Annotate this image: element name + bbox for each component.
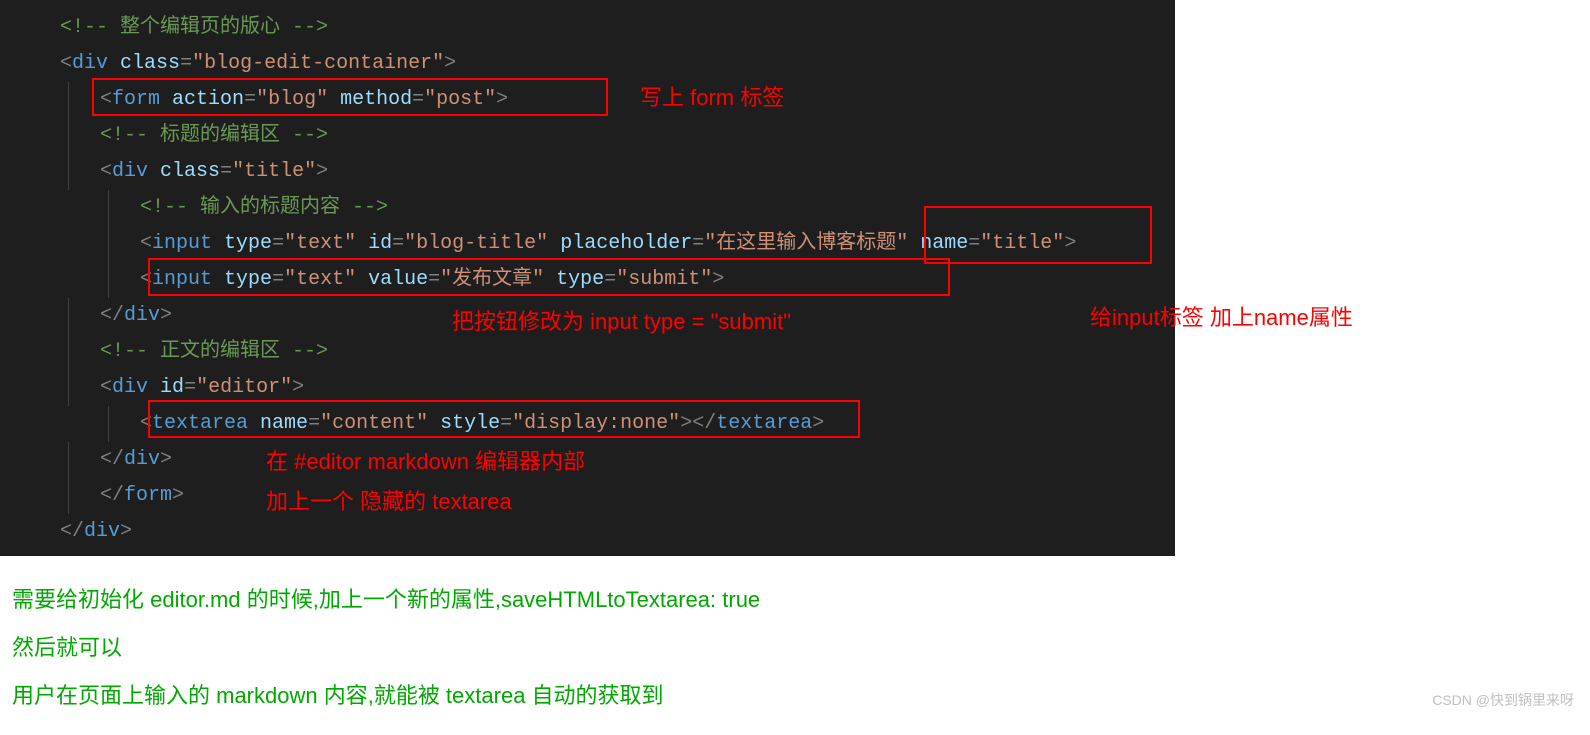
code-line: </div> — [20, 514, 1175, 550]
code-line: <input type="text" value="发布文章" type="su… — [20, 262, 1175, 298]
code-line: <div class="title"> — [20, 154, 1175, 190]
annotation-label: 给input标签 加上name属性 — [1090, 300, 1353, 332]
annotation-label: 在 #editor markdown 编辑器内部 — [266, 444, 585, 480]
annotation-label: 写上 form 标签 — [640, 80, 784, 116]
annotation-label: 把按钮修改为 input type = "submit" — [452, 304, 791, 340]
code-line: <!-- 输入的标题内容 --> — [20, 190, 1175, 226]
code-line: </div> — [20, 442, 1175, 478]
note-line: 然后就可以 — [12, 624, 1578, 672]
code-line: <!-- 标题的编辑区 --> — [20, 118, 1175, 154]
code-line: <div id="editor"> — [20, 370, 1175, 406]
explanation-notes: 需要给初始化 editor.md 的时候,加上一个新的属性,saveHTMLto… — [0, 556, 1590, 720]
code-line: </form> — [20, 478, 1175, 514]
code-line: <div class="blog-edit-container"> — [20, 46, 1175, 82]
watermark: CSDN @快到锅里来呀 — [1432, 690, 1574, 710]
code-line: <form action="blog" method="post"> — [20, 82, 1175, 118]
annotation-label: 加上一个 隐藏的 textarea — [266, 484, 512, 520]
code-line: <textarea name="content" style="display:… — [20, 406, 1175, 442]
note-line: 需要给初始化 editor.md 的时候,加上一个新的属性,saveHTMLto… — [12, 576, 1578, 624]
code-line: <!-- 整个编辑页的版心 --> — [20, 10, 1175, 46]
note-line: 用户在页面上输入的 markdown 内容,就能被 textarea 自动的获取… — [12, 672, 1578, 720]
code-editor: <!-- 整个编辑页的版心 --> <div class="blog-edit-… — [0, 0, 1175, 556]
code-line: <input type="text" id="blog-title" place… — [20, 226, 1175, 262]
